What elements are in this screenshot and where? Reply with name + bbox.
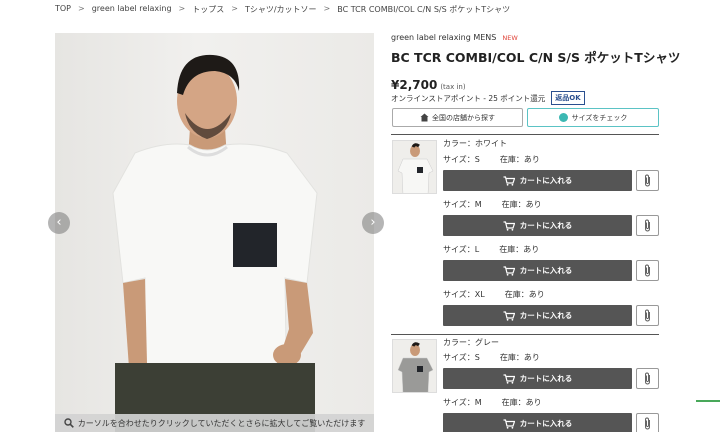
paperclip-icon bbox=[645, 309, 650, 322]
breadcrumb-tops[interactable]: トップス bbox=[192, 4, 224, 15]
add-to-cart-button[interactable]: カートに入れる bbox=[443, 260, 632, 281]
breadcrumb-separator: > bbox=[231, 4, 238, 13]
size-label: サイズ：XL bbox=[443, 290, 485, 299]
add-to-cart-label: カートに入れる bbox=[519, 311, 573, 320]
cart-icon bbox=[503, 220, 515, 231]
return-ok-badge[interactable]: 返品OK bbox=[551, 91, 585, 105]
size-stock-line: サイズ：S 在庫：あり bbox=[443, 154, 540, 165]
magnifier-icon bbox=[64, 418, 74, 428]
cart-icon bbox=[503, 373, 515, 384]
cart-icon bbox=[503, 310, 515, 321]
size-label: サイズ：M bbox=[443, 200, 482, 209]
stock-label: 在庫：あり bbox=[499, 155, 540, 164]
product-main-image[interactable] bbox=[55, 33, 374, 432]
add-to-cart-button[interactable]: カートに入れる bbox=[443, 305, 632, 326]
stock-label: 在庫：あり bbox=[501, 200, 542, 209]
color-thumbnail[interactable] bbox=[392, 339, 437, 393]
add-to-cart-button[interactable]: カートに入れる bbox=[443, 368, 632, 389]
size-stock-line: サイズ：M 在庫：あり bbox=[443, 199, 542, 210]
color-thumbnail[interactable] bbox=[392, 140, 437, 194]
cart-icon bbox=[503, 418, 515, 429]
zoom-hint-text: カーソルを合わせたりクリックしていただくとさらに拡大してご覧いただけます bbox=[77, 418, 366, 428]
stock-label: 在庫：あり bbox=[499, 353, 540, 362]
section-divider bbox=[391, 334, 659, 335]
size-check-label: サイズをチェック bbox=[571, 113, 628, 122]
stock-label: 在庫：あり bbox=[501, 398, 542, 407]
breadcrumb-top[interactable]: TOP bbox=[55, 4, 71, 15]
breadcrumb-separator: > bbox=[178, 4, 186, 13]
size-stock-line: サイズ：S 在庫：あり bbox=[443, 352, 540, 363]
size-label: サイズ：S bbox=[443, 155, 480, 164]
breadcrumb-tshirts[interactable]: Tシャツ/カットソー bbox=[245, 4, 317, 15]
cart-icon bbox=[503, 175, 515, 186]
paperclip-icon bbox=[645, 174, 650, 187]
paperclip-icon bbox=[645, 417, 650, 430]
favorite-clip-button[interactable] bbox=[636, 305, 659, 326]
color-label: カラー：グレー bbox=[443, 338, 499, 347]
breadcrumb: TOP > green label relaxing > トップス > Tシャツ/カッ… bbox=[55, 4, 510, 15]
favorite-clip-button[interactable] bbox=[636, 215, 659, 236]
paperclip-icon bbox=[645, 372, 650, 385]
brand-line: green label relaxing MENS NEW bbox=[391, 33, 518, 42]
breadcrumb-separator: > bbox=[323, 4, 331, 13]
size-stock-line: サイズ：L 在庫：あり bbox=[443, 244, 539, 255]
add-to-cart-button[interactable]: カートに入れる bbox=[443, 413, 632, 432]
stock-label: 在庫：あり bbox=[499, 245, 540, 254]
size-label: サイズ：S bbox=[443, 353, 480, 362]
breadcrumb-separator: > bbox=[78, 4, 85, 13]
product-price: ¥2,700 bbox=[391, 78, 438, 92]
paperclip-icon bbox=[645, 264, 650, 277]
section-divider bbox=[391, 134, 659, 135]
add-to-cart-label: カートに入れる bbox=[519, 221, 573, 230]
add-to-cart-label: カートに入れる bbox=[519, 266, 573, 275]
size-stock-line: サイズ：XL 在庫：あり bbox=[443, 289, 545, 300]
favorite-clip-button[interactable] bbox=[636, 260, 659, 281]
chevron-left-icon[interactable]: ‹ bbox=[48, 212, 70, 234]
side-widget-edge[interactable] bbox=[696, 400, 720, 432]
add-to-cart-label: カートに入れる bbox=[519, 419, 573, 428]
find-in-store-label: 全国の店舗から探す bbox=[432, 113, 495, 122]
favorite-clip-button[interactable] bbox=[636, 413, 659, 432]
paperclip-icon bbox=[645, 219, 650, 232]
product-title: BC TCR COMBI/COL C/N S/S ポケットTシャツ bbox=[391, 50, 681, 65]
breadcrumb-current: BC TCR COMBI/COL C/N S/S ポケットTシャツ bbox=[337, 5, 511, 14]
new-badge: NEW bbox=[502, 34, 518, 42]
find-in-store-button[interactable]: 全国の店舗から探す bbox=[392, 108, 523, 127]
favorite-clip-button[interactable] bbox=[636, 170, 659, 191]
add-to-cart-label: カートに入れる bbox=[519, 176, 573, 185]
size-label: サイズ：L bbox=[443, 245, 480, 254]
size-check-button[interactable]: サイズをチェック bbox=[527, 108, 659, 127]
chevron-right-icon[interactable]: › bbox=[362, 212, 384, 234]
breadcrumb-brand[interactable]: green label relaxing bbox=[92, 4, 172, 15]
size-label: サイズ：M bbox=[443, 398, 482, 407]
brand-name[interactable]: green label relaxing MENS bbox=[391, 33, 496, 42]
model-photo-illustration bbox=[112, 54, 318, 432]
size-check-icon bbox=[558, 113, 568, 122]
add-to-cart-label: カートに入れる bbox=[519, 374, 573, 383]
favorite-clip-button[interactable] bbox=[636, 368, 659, 389]
home-icon bbox=[420, 113, 429, 122]
tax-note: (tax in) bbox=[440, 83, 466, 91]
color-label: カラー：ホワイト bbox=[443, 139, 507, 148]
points-info: オンラインストアポイント - 25 ポイント還元 返品OK bbox=[391, 91, 585, 105]
size-stock-line: サイズ：M 在庫：あり bbox=[443, 397, 542, 408]
add-to-cart-button[interactable]: カートに入れる bbox=[443, 170, 632, 191]
points-text: オンラインストアポイント - 25 ポイント還元 bbox=[391, 93, 546, 103]
add-to-cart-button[interactable]: カートに入れる bbox=[443, 215, 632, 236]
stock-label: 在庫：あり bbox=[504, 290, 545, 299]
cart-icon bbox=[503, 265, 515, 276]
zoom-hint-bar: カーソルを合わせたりクリックしていただくとさらに拡大してご覧いただけます bbox=[55, 414, 374, 432]
